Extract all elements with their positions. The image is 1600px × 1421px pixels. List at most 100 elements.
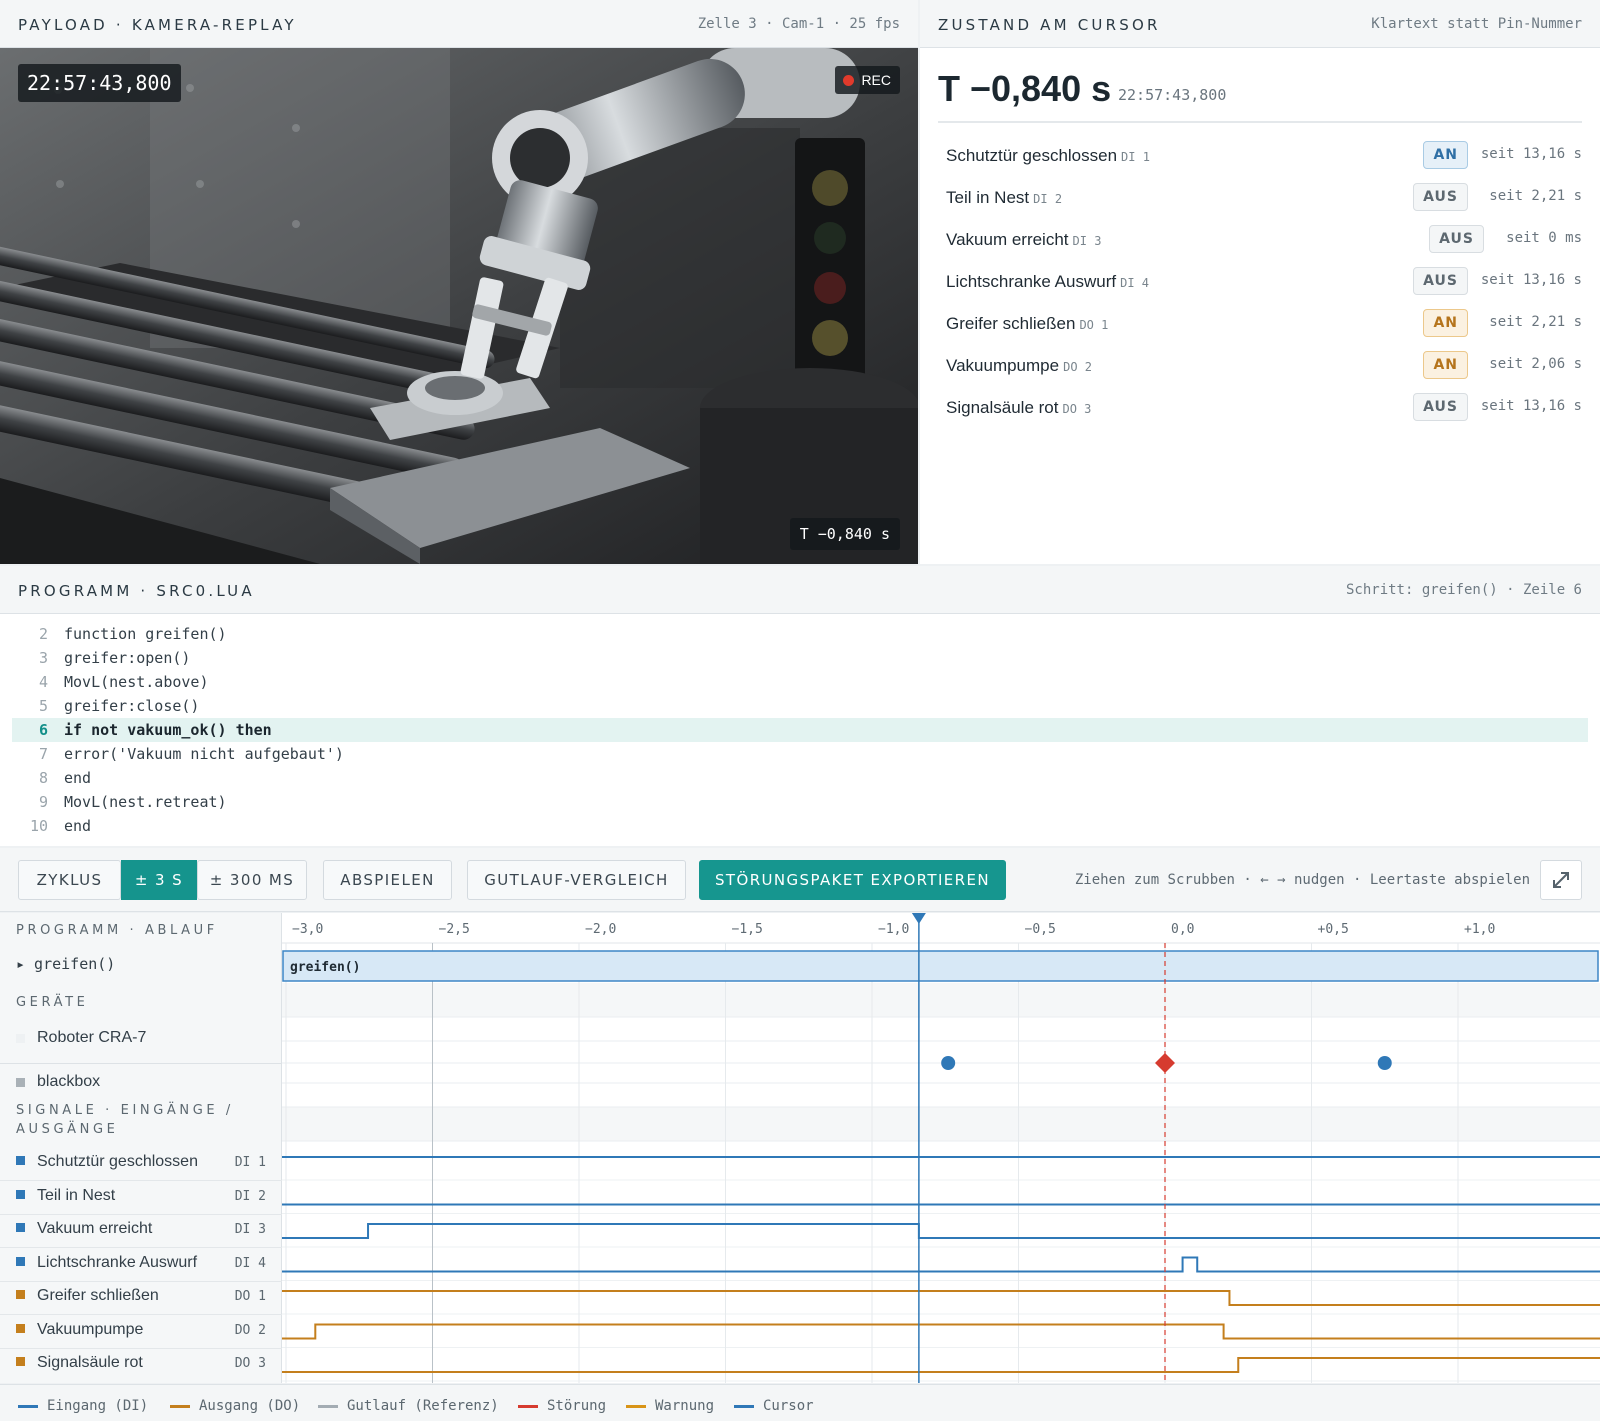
signal-name: Vakuum erreicht DI 3: [946, 230, 1101, 250]
tick-label: −1,0: [878, 922, 909, 937]
program-header: PROGRAMM · SRC0.LUA Schritt: greifen() ·…: [0, 566, 1600, 614]
signal-code: DO 1: [1079, 318, 1109, 332]
code-line[interactable]: 8 end: [12, 766, 1588, 790]
line-number: 7: [38, 745, 48, 763]
since-text: seit 13,16 s: [1480, 146, 1582, 162]
timeline-svg[interactable]: −3,0 −2,5 −2,0 −1,5 −1,0 −0,5 0,0 +0,5 +1,0 greif…: [282, 913, 1600, 1383]
line-code: end: [64, 769, 92, 787]
signal-code: DO 3: [1062, 402, 1092, 416]
device-row-blackbox[interactable]: blackbox: [0, 1073, 282, 1097]
gutlauf-compare-button[interactable]: GUTLAUF-VERGLEICH: [467, 860, 686, 900]
signal-trace: [282, 1256, 1600, 1273]
signal-name: Schutztür geschlossen DI 1: [946, 146, 1150, 166]
signal-trace: [282, 1323, 1600, 1340]
signal-code: DI 4: [1120, 276, 1149, 290]
camera-panel: PAYLOAD · KAMERA-REPLAY Zelle 3 · Cam-1 …: [0, 0, 918, 564]
legend-swatch-icon: [734, 1404, 754, 1408]
code-line[interactable]: 4 MovL(nest.above): [12, 670, 1588, 694]
line-code: error('Vakuum nicht aufgebaut'): [64, 745, 344, 763]
signal-pin: DO 2: [234, 1322, 266, 1338]
since-text: seit 13,16 s: [1480, 272, 1582, 288]
zoom-300ms-button[interactable]: ± 300 MS: [197, 860, 307, 900]
code-line[interactable]: 5 greifer:close(): [12, 694, 1588, 718]
export-fault-package-button[interactable]: STÖRUNGSPAKET EXPORTIEREN: [699, 860, 1006, 900]
signal-code: DO 2: [1063, 360, 1092, 374]
signal-name-text: Teil in Nest: [946, 188, 1030, 207]
line-code: greifer:close(): [64, 697, 200, 715]
program-row-text: ▸ greifen(): [16, 955, 116, 973]
program-row-label[interactable]: ▸ greifen(): [0, 955, 282, 979]
legend-label: Ausgang (DO): [199, 1398, 301, 1414]
code-line[interactable]: 3 greifer:open(): [12, 646, 1588, 670]
signal-color-icon: [16, 1189, 25, 1199]
code-line[interactable]: 7 error('Vakuum nicht aufgebaut'): [12, 742, 1588, 766]
signal-row-label[interactable]: Teil in Nest DI 2: [0, 1181, 282, 1214]
legend-label: Warnung: [655, 1398, 715, 1414]
code-line[interactable]: 10 end: [12, 814, 1588, 838]
legend-bar: Eingang (DI) Ausgang (DO) Gutlauf (Referen…: [0, 1384, 1600, 1421]
timeline-toolbar: ZYKLUS ± 3 S ± 300 MS ABSPIELEN GUTLAUF-…: [0, 848, 1600, 912]
state-badge: AUS: [1429, 225, 1484, 253]
code-listing: 2 function greifen() 3 greifer:open() 4 MovL(…: [12, 622, 1588, 838]
section-band: [282, 983, 1600, 1017]
signal-name: Teil in Nest DI 2: [946, 188, 1062, 208]
code-line[interactable]: 6 if not vakuum_ok() then: [12, 718, 1588, 742]
device-marker-icon: [16, 1034, 25, 1043]
rec-indicator: REC: [835, 66, 900, 94]
signal-code: DI 3: [1072, 234, 1102, 248]
code-line[interactable]: 9 MovL(nest.retreat): [12, 790, 1588, 814]
expand-button[interactable]: [1540, 860, 1582, 900]
line-code: MovL(nest.above): [64, 673, 209, 691]
signal-name: Signalsäule rot DO 3: [946, 398, 1091, 418]
program-block-label: greifen(): [290, 960, 360, 975]
device-label: blackbox: [37, 1073, 101, 1090]
signal-row-label[interactable]: Schutztür geschlossen DI 1: [0, 1147, 282, 1180]
legend-label: Cursor: [763, 1398, 814, 1414]
state-header: ZUSTAND AM CURSOR Klartext statt Pin-Num…: [920, 0, 1600, 48]
tick-label: −0,5: [1025, 922, 1056, 937]
signal-pin: DO 1: [234, 1289, 266, 1304]
section-program: PROGRAMM · ABLAUF: [16, 923, 218, 938]
since-text: seit 0 ms: [1506, 230, 1582, 246]
signal-name: Greifer schließen DO 1: [946, 314, 1108, 334]
camera-header: PAYLOAD · KAMERA-REPLAY Zelle 3 · Cam-1 …: [0, 0, 918, 48]
line-number: 4: [38, 673, 48, 691]
signal-row-label[interactable]: Greifer schließen DO 1: [0, 1281, 282, 1314]
camera-frame[interactable]: 22:57:43,800 REC T −0,840 s: [0, 48, 918, 564]
signal-pin: DI 4: [234, 1255, 266, 1271]
signal-name-text: Vakuumpumpe: [946, 356, 1060, 375]
cursor-time: T −0,840 s: [938, 68, 1112, 109]
expand-icon: [1553, 872, 1569, 888]
camera-offset: T −0,840 s: [789, 518, 900, 550]
legend-label: Störung: [547, 1398, 607, 1414]
signal-code: DI 1: [1121, 150, 1150, 164]
zoom-3s-button[interactable]: ± 3 S: [121, 860, 197, 900]
timeline-chart[interactable]: −3,0 −2,5 −2,0 −1,5 −1,0 −0,5 0,0 +0,5 +1,0 greif…: [282, 913, 1600, 1383]
rec-dot-icon: [843, 74, 855, 86]
signal-row-label[interactable]: Vakuum erreicht DI 3: [0, 1214, 282, 1247]
event-dot-icon: [941, 1056, 956, 1070]
camera-meta: Zelle 3 · Cam-1 · 25 fps: [697, 16, 900, 32]
play-button[interactable]: ABSPIELEN: [323, 860, 452, 900]
device-label: Roboter CRA-7: [37, 1029, 147, 1046]
line-number: 10: [29, 817, 48, 835]
signal-row-label[interactable]: Signalsäule rot DO 3: [0, 1348, 282, 1381]
signal-row-label[interactable]: Vakuumpumpe DO 2: [0, 1315, 282, 1348]
device-row-robot[interactable]: Roboter CRA-7: [0, 1029, 282, 1053]
legend-label: Eingang (DI): [47, 1398, 149, 1414]
signal-label: Vakuum erreicht: [37, 1220, 153, 1237]
tick-label: −1,5: [732, 922, 763, 937]
state-row: Greifer schließen DO 1 AN seit 2,21 s: [946, 308, 1582, 338]
legend-swatch-icon: [18, 1404, 38, 1408]
signal-row-label[interactable]: Lichtschranke Auswurf DI 4: [0, 1248, 282, 1281]
signal-color-icon: [16, 1323, 25, 1333]
code-line[interactable]: 2 function greifen(): [12, 622, 1588, 646]
state-badge: AUS: [1413, 267, 1468, 295]
since-text: seit 2,21 s: [1489, 314, 1582, 330]
state-meta: Klartext statt Pin-Nummer: [1371, 16, 1582, 32]
signal-name-text: Lichtschranke Auswurf: [946, 272, 1117, 291]
state-badge: AN: [1423, 141, 1468, 169]
legend-swatch-icon: [626, 1404, 646, 1408]
zyklus-button[interactable]: ZYKLUS: [18, 860, 121, 900]
signal-color-icon: [16, 1290, 25, 1299]
